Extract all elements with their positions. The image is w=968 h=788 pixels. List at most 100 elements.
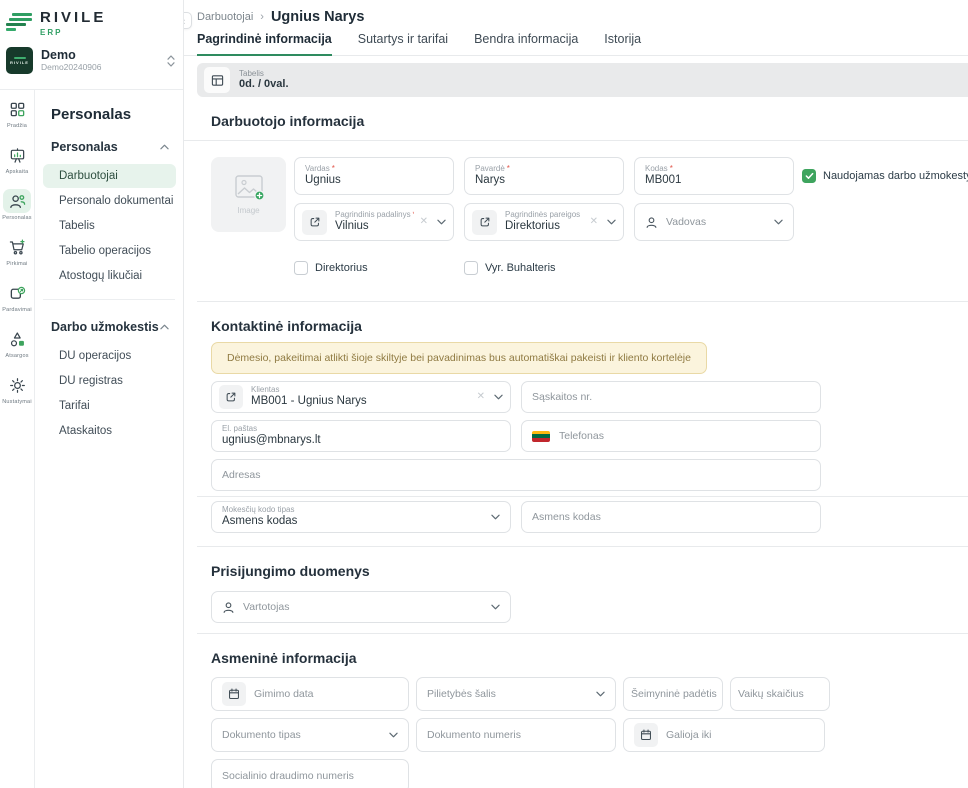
galioja-iki-field[interactable]: Galioja iki <box>623 718 825 752</box>
sidebar-title: Personalas <box>35 90 183 131</box>
tab-bar: Pagrindinė informacija Sutartys ir tarif… <box>197 32 641 56</box>
brand-logo: RIVILE ERP <box>0 0 183 37</box>
socialinio-draudimo-field[interactable]: Socialinio draudimo numeris <box>211 759 409 788</box>
sidebar-item-du-operacijos[interactable]: DU operacijos <box>43 344 176 368</box>
workspace-code: Demo20240906 <box>41 63 102 73</box>
tab-istorija[interactable]: Istorija <box>604 32 641 56</box>
pareigos-field[interactable]: Pagrindinės pareigos Direktorius ✕ <box>464 203 624 241</box>
tabelis-summary-bar[interactable]: Tabelis 0d. / 0val. <box>197 63 968 97</box>
gimimo-data-field[interactable]: Gimimo data <box>211 677 409 711</box>
external-link-icon[interactable] <box>472 210 497 235</box>
module-rail: Pradžia Apskaita Personalas Pirkimai Par… <box>0 90 35 788</box>
calendar-icon[interactable] <box>222 682 246 706</box>
page-header: ‹ Darbuotojai › Ugnius Narys Pagrindinė … <box>184 0 968 56</box>
vardas-field[interactable]: Vardas* Ugnius <box>294 157 454 195</box>
sidebar-group-personalas[interactable]: Personalas <box>35 131 183 163</box>
saskaitos-nr-field[interactable]: Sąskaitos nr. <box>521 381 821 413</box>
calendar-icon[interactable] <box>634 723 658 747</box>
breadcrumb-parent[interactable]: Darbuotojai <box>197 11 253 23</box>
people-icon <box>3 189 31 213</box>
tab-pagrindine-informacija[interactable]: Pagrindinė informacija <box>197 32 332 56</box>
vartotojas-field[interactable]: Vartotojas <box>211 591 511 623</box>
chevron-up-icon <box>160 324 169 330</box>
kodas-field[interactable]: Kodas* MB001 <box>634 157 794 195</box>
rail-item-pradzia[interactable]: Pradžia <box>0 90 34 136</box>
adresas-field[interactable]: Adresas <box>211 459 821 491</box>
rail-item-pirkimai[interactable]: Pirkimai <box>0 228 34 274</box>
cart-icon <box>3 235 31 259</box>
asmens-kodas-field[interactable]: Asmens kodas <box>521 501 821 533</box>
section-title-kontaktine-informacija: Kontaktinė informacija <box>184 302 968 334</box>
sidebar-item-tabelio-operacijos[interactable]: Tabelio operacijos <box>43 239 176 263</box>
sidebar-item-ataskaitos[interactable]: Ataskaitos <box>43 419 176 443</box>
chevron-down-icon[interactable] <box>437 219 446 225</box>
brand-name: RIVILE <box>40 10 106 25</box>
chevron-down-icon[interactable] <box>494 394 503 400</box>
clear-icon[interactable]: ✕ <box>590 217 598 227</box>
external-link-icon[interactable] <box>219 385 243 409</box>
sidebar-item-atostogu-likuciai[interactable]: Atostogų likučiai <box>43 264 176 288</box>
sidebar-divider <box>43 299 175 300</box>
dokumento-numeris-field[interactable]: Dokumento numeris <box>416 718 616 752</box>
image-placeholder-icon <box>231 174 267 204</box>
lithuania-flag-icon[interactable] <box>532 431 550 442</box>
clear-icon[interactable]: ✕ <box>477 392 485 402</box>
checkbox-checked-icon <box>802 169 816 183</box>
image-label: Image <box>237 206 259 215</box>
chevron-down-icon[interactable] <box>607 219 616 225</box>
el-pastas-field[interactable]: El. paštas ugnius@mbnarys.lt <box>211 420 511 452</box>
photo-upload[interactable]: Image <box>211 157 286 232</box>
padalinys-field[interactable]: Pagrindinis padalinys* Vilnius ✕ <box>294 203 454 241</box>
tab-bendra-informacija[interactable]: Bendra informacija <box>474 32 578 56</box>
klientas-field[interactable]: Klientas MB001 - Ugnius Narys ✕ <box>211 381 511 413</box>
brand-panel: RIVILE ERP RIVILE Demo Demo20240906 <box>0 0 183 90</box>
app-window: RIVILE ERP RIVILE Demo Demo20240906 Prad… <box>0 0 968 788</box>
pavarde-field[interactable]: Pavardė* Narys <box>464 157 624 195</box>
employee-section-body: Image Vardas* Ugnius Pavardė* Narys <box>184 141 968 283</box>
tabelis-label: Tabelis <box>239 69 289 79</box>
chevron-down-icon[interactable] <box>491 514 500 520</box>
rail-item-nustatymai[interactable]: Nustatymai <box>0 366 34 412</box>
sidebar-item-tarifai[interactable]: Tarifai <box>43 394 176 418</box>
dokumento-tipas-field[interactable]: Dokumento tipas <box>211 718 409 752</box>
contact-section-body: Dėmesio, pakeitimai atlikti šioje skilty… <box>184 342 968 491</box>
sorter-icon <box>167 55 175 67</box>
dashboard-icon <box>3 97 31 121</box>
person-icon <box>222 601 235 614</box>
gear-icon <box>3 373 31 397</box>
mokesciu-kodo-tipas-field[interactable]: Mokesčių kodo tipas Asmens kodas <box>211 501 511 533</box>
sidebar-item-personalo-dokumentai[interactable]: Personalo dokumentai <box>43 189 176 213</box>
sales-icon <box>3 281 31 305</box>
vyr-buhalteris-checkbox[interactable]: Vyr. Buhalteris <box>464 261 556 275</box>
vaiku-skaicius-field[interactable]: Vaikų skaičius <box>730 677 830 711</box>
clear-icon[interactable]: ✕ <box>420 217 428 227</box>
chevron-down-icon[interactable] <box>774 219 783 225</box>
section-title-prisijungimo-duomenys: Prisijungimo duomenys <box>184 547 968 579</box>
rail-item-atsargos[interactable]: Atsargos <box>0 320 34 366</box>
seimynine-padetis-field[interactable]: Šeimyninė padėtis <box>623 677 723 711</box>
chevron-down-icon[interactable] <box>596 691 605 697</box>
pilietybes-salis-field[interactable]: Pilietybės šalis <box>416 677 616 711</box>
telefonas-field[interactable]: Telefonas <box>521 420 821 452</box>
sidebar-item-tabelis[interactable]: Tabelis <box>43 214 176 238</box>
workspace-selector[interactable]: RIVILE Demo Demo20240906 <box>6 47 175 74</box>
payroll-checkbox[interactable]: Naudojamas darbo užmokestyje <box>802 169 968 183</box>
sidebar-group-darbo-uzmokestis[interactable]: Darbo užmokestis <box>35 311 183 343</box>
chevron-down-icon[interactable] <box>389 732 398 738</box>
sidebar-item-du-registras[interactable]: DU registras <box>43 369 176 393</box>
rail-item-apskaita[interactable]: Apskaita <box>0 136 34 182</box>
rail-item-personalas[interactable]: Personalas <box>0 182 34 228</box>
vadovas-field[interactable]: Vadovas <box>634 203 794 241</box>
direktorius-checkbox[interactable]: Direktorius <box>294 261 464 275</box>
breadcrumb: Darbuotojai › Ugnius Narys <box>197 9 364 25</box>
chevron-down-icon[interactable] <box>491 604 500 610</box>
sidebar-item-darbuotojai[interactable]: Darbuotojai <box>43 164 176 188</box>
external-link-icon[interactable] <box>302 210 327 235</box>
rail-item-pardavimai[interactable]: Pardavimai <box>0 274 34 320</box>
tabelis-value: 0d. / 0val. <box>239 78 289 91</box>
tab-sutartys-ir-tarifai[interactable]: Sutartys ir tarifai <box>358 32 448 56</box>
tabelis-icon <box>204 67 230 93</box>
breadcrumb-separator-icon: › <box>260 11 264 23</box>
sidebar-collapse-button[interactable]: ‹ <box>183 12 192 29</box>
workspace-name: Demo <box>41 48 102 62</box>
